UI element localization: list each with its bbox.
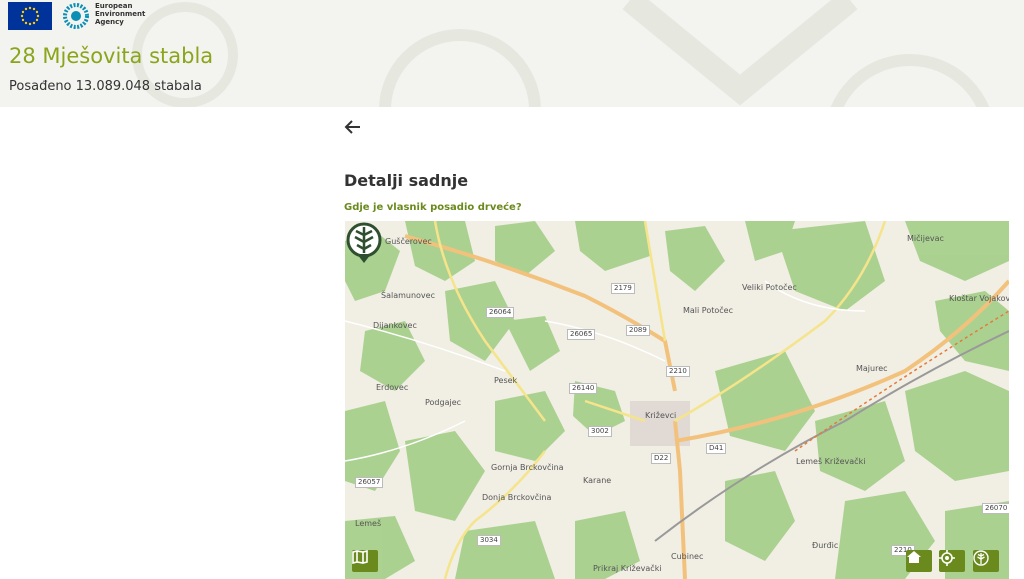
home-icon	[907, 551, 921, 563]
place-label: Šalamunovec	[381, 291, 435, 300]
road-number: 2210	[666, 366, 690, 377]
section-title: Detalji sadnje	[344, 171, 469, 190]
place-label: Karane	[583, 476, 612, 485]
road-number: D22	[651, 453, 672, 464]
road-number: 26064	[486, 307, 515, 318]
road-number: 26140	[569, 383, 598, 394]
planting-map[interactable]: Guščerovec Šalamunovec Dijankovec Erdove…	[345, 221, 1009, 579]
eu-flag-icon	[8, 2, 52, 30]
place-label: Podgajec	[425, 398, 462, 407]
place-label: Dijankovec	[373, 321, 417, 330]
place-label: Križevci	[645, 411, 677, 420]
eea-name: European Environment Agency	[95, 2, 146, 26]
place-label: Đurđic	[812, 541, 839, 550]
road-number: 26070	[982, 503, 1009, 514]
road-number: 2179	[611, 283, 635, 294]
place-label: Cubinec	[671, 552, 704, 561]
back-button[interactable]	[344, 118, 362, 136]
place-label: Mali Potočec	[683, 306, 733, 315]
tree-pin-icon[interactable]	[345, 221, 383, 265]
road-number: 3034	[477, 535, 501, 546]
planted-count: Posađeno 13.089.048 stabala	[9, 79, 202, 94]
locate-button[interactable]	[939, 550, 965, 572]
place-label: Majurec	[856, 364, 888, 373]
place-label: Gornja Brckovčina	[491, 463, 564, 472]
page-title: 28 Mješovita stabla	[9, 44, 214, 68]
back-arrow-icon	[344, 120, 360, 134]
road-number: 2089	[626, 325, 650, 336]
road-number: 26065	[567, 329, 596, 340]
place-label: Lemeš	[355, 519, 382, 528]
tree-button[interactable]	[973, 550, 999, 572]
place-label: Prikraj Križevački	[593, 564, 662, 573]
place-label: Veliki Potočec	[742, 283, 797, 292]
road-number: D41	[706, 443, 727, 454]
map-layers-button[interactable]	[352, 550, 378, 572]
locate-icon	[939, 550, 955, 566]
tree-icon	[973, 550, 989, 566]
place-label: Donja Brckovčina	[482, 493, 552, 502]
place-label: Guščerovec	[385, 237, 432, 246]
map-layers-icon	[352, 550, 368, 564]
place-label: Kloštar Vojakovački	[949, 294, 1009, 303]
road-number: 26057	[355, 477, 384, 488]
header: European Environment Agency 28 Mješovita…	[0, 0, 1024, 107]
place-label: Lemeš Križevački	[796, 457, 866, 466]
eea-logo-icon	[62, 2, 90, 30]
home-button[interactable]	[906, 550, 932, 572]
road-number: 3002	[588, 426, 612, 437]
place-label: Mičijevac	[907, 234, 944, 243]
planting-question: Gdje je vlasnik posadio drveće?	[344, 202, 522, 213]
place-label: Erdovec	[376, 383, 409, 392]
place-label: Pesek	[494, 376, 518, 385]
